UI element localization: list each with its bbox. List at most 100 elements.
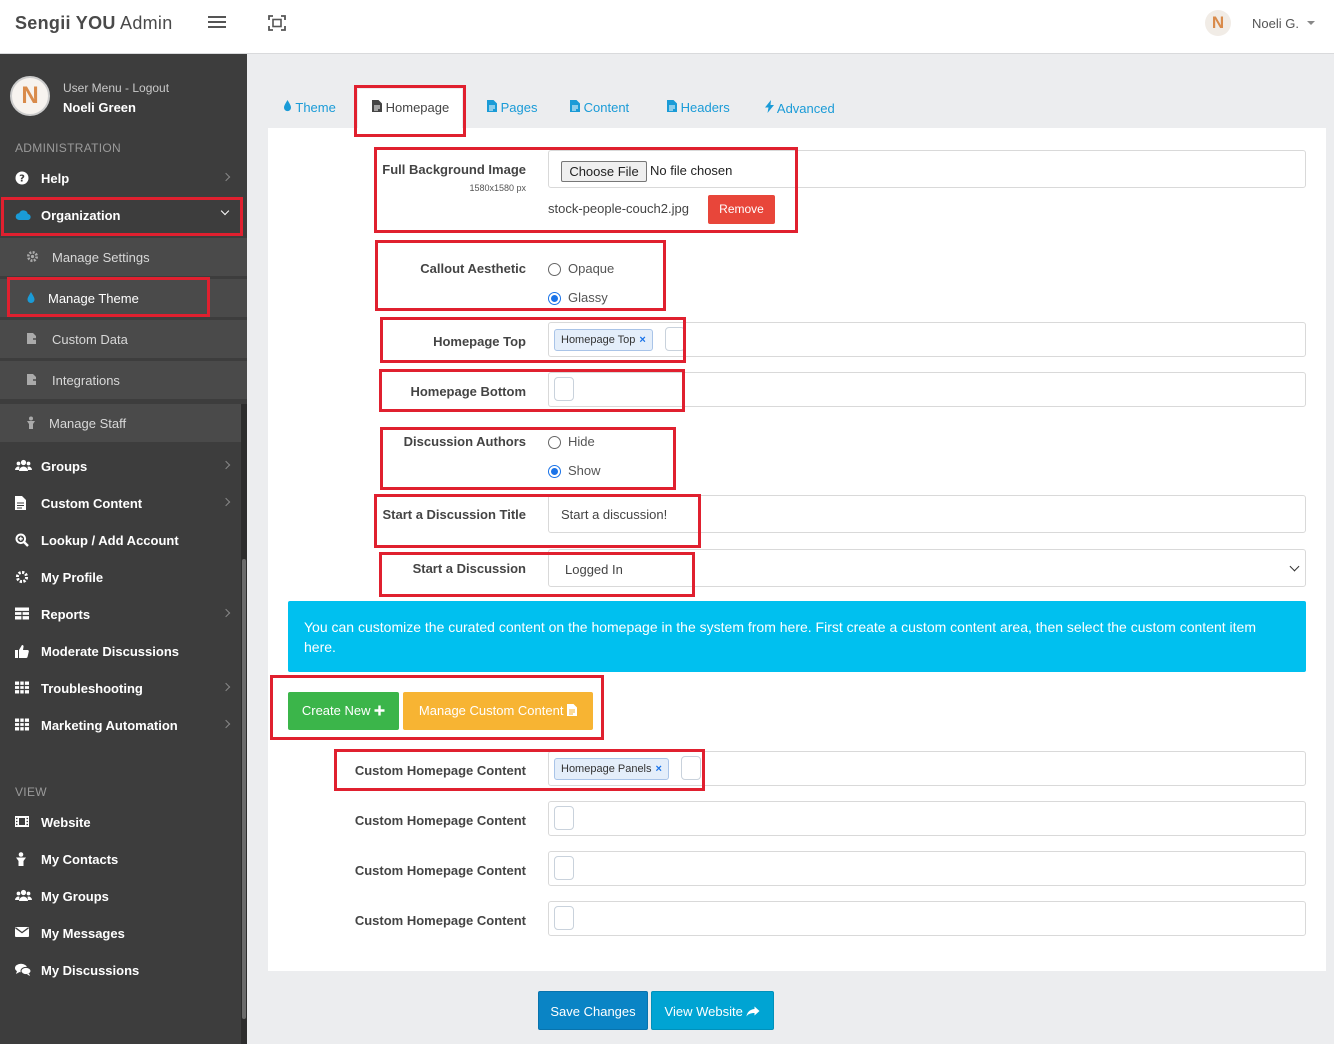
sidebar-item-integrations[interactable]: Integrations: [0, 361, 247, 399]
sidebar-avatar: N: [10, 76, 50, 116]
file-icon: [667, 100, 677, 112]
authors-show-label[interactable]: Show: [568, 463, 601, 478]
person-icon: [26, 416, 39, 429]
remove-tag-icon[interactable]: ×: [656, 763, 662, 775]
tab-homepage[interactable]: Homepage: [372, 100, 449, 115]
view-website-button[interactable]: View Website: [651, 991, 774, 1030]
callout-glassy-label[interactable]: Glassy: [568, 290, 608, 305]
start-title-label: Start a Discussion Title: [382, 507, 526, 522]
sidebar-scrollbar-thumb[interactable]: [242, 559, 246, 1019]
menu-toggle-icon[interactable]: [208, 16, 226, 30]
choose-file-button[interactable]: Choose File: [561, 161, 647, 182]
custom-content-tag-input-3[interactable]: [554, 856, 574, 880]
sidebar-item-my-profile[interactable]: My Profile: [0, 560, 241, 594]
sidebar-item-website[interactable]: Website: [0, 805, 241, 839]
sidebar-item-my-groups[interactable]: My Groups: [0, 879, 241, 913]
tab-advanced[interactable]: Advanced: [765, 100, 835, 116]
custom-content-tag-input-4[interactable]: [554, 906, 574, 930]
save-changes-button[interactable]: Save Changes: [538, 991, 648, 1030]
bg-image-size: 1580x1580 px: [469, 183, 526, 193]
custom-homepage-content-select-2[interactable]: [548, 801, 1306, 836]
sidebar-item-my-discussions[interactable]: My Discussions: [0, 953, 241, 987]
comments-icon: [15, 963, 32, 977]
remove-button[interactable]: Remove: [708, 195, 775, 224]
sidebar-item-manage-staff[interactable]: Manage Staff: [0, 404, 247, 442]
sidebar-item-groups[interactable]: Groups: [0, 449, 241, 483]
droplet-icon: [26, 291, 39, 304]
custom-homepage-content-label-3: Custom Homepage Content: [354, 863, 526, 878]
sidebar-item-marketing-automation[interactable]: Marketing Automation: [0, 708, 241, 742]
homepage-bottom-label: Homepage Bottom: [410, 384, 526, 399]
homepage-top-tag[interactable]: Homepage Top ×: [554, 329, 653, 351]
file-export-icon: [26, 373, 40, 386]
sidebar-item-lookup[interactable]: Lookup / Add Account: [0, 523, 241, 557]
table-icon: [15, 607, 29, 621]
sidebar-item-manage-theme[interactable]: Manage Theme: [0, 279, 247, 317]
custom-content-tag-input-2[interactable]: [554, 806, 574, 830]
sidebar-item-custom-data[interactable]: Custom Data: [0, 320, 247, 358]
envelope-icon: [15, 926, 29, 940]
file-icon: [15, 496, 29, 510]
user-avatar[interactable]: N: [1205, 10, 1231, 36]
create-new-button[interactable]: Create New: [288, 692, 399, 730]
view-heading: VIEW: [15, 785, 47, 799]
file-icon: [372, 100, 382, 112]
fullscreen-icon[interactable]: [268, 15, 286, 31]
chevron-right-icon: [221, 497, 231, 507]
plus-icon: [374, 705, 385, 716]
remove-tag-icon[interactable]: ×: [639, 334, 645, 346]
sidebar-item-my-messages[interactable]: My Messages: [0, 916, 241, 950]
sidebar-item-custom-content[interactable]: Custom Content: [0, 486, 241, 520]
sidebar-user-name: Noeli Green: [63, 100, 136, 115]
homepage-top-label: Homepage Top: [433, 334, 526, 349]
authors-show-radio[interactable]: [548, 465, 561, 478]
file-icon: [570, 100, 580, 112]
file-icon: [567, 704, 578, 716]
sidebar-item-reports[interactable]: Reports: [0, 597, 241, 631]
callout-opaque-label[interactable]: Opaque: [568, 261, 614, 276]
brand-logo[interactable]: Sengii YOU Admin: [15, 13, 173, 34]
homepage-bottom-select[interactable]: [548, 372, 1306, 407]
droplet-icon: [284, 100, 291, 112]
grid-icon: [15, 718, 29, 732]
start-discussion-select[interactable]: [548, 549, 1306, 587]
film-icon: [15, 815, 29, 829]
custom-content-tag-input-1[interactable]: [681, 756, 701, 780]
custom-homepage-content-select-3[interactable]: [548, 851, 1306, 886]
user-menu[interactable]: Noeli G.: [1252, 16, 1299, 31]
custom-homepage-content-label-4: Custom Homepage Content: [354, 913, 526, 928]
sidebar-user-panel: N User Menu - Logout Noeli Green: [0, 54, 247, 134]
callout-label: Callout Aesthetic: [420, 261, 526, 276]
sidebar-item-manage-settings[interactable]: Manage Settings: [0, 238, 247, 276]
tab-pages[interactable]: Pages: [487, 100, 538, 115]
homepage-bottom-tag-input[interactable]: [554, 377, 574, 401]
custom-homepage-content-label-1: Custom Homepage Content: [354, 763, 526, 778]
sidebar-item-organization[interactable]: Organization: [0, 198, 241, 232]
callout-opaque-radio[interactable]: [548, 263, 561, 276]
chevron-down-icon: [220, 206, 230, 216]
homepage-top-tag-input[interactable]: [665, 327, 685, 351]
tab-headers[interactable]: Headers: [667, 100, 730, 115]
caret-down-icon[interactable]: [1307, 21, 1315, 25]
homepage-top-select[interactable]: [548, 322, 1306, 357]
custom-homepage-content-select-4[interactable]: [548, 901, 1306, 936]
gear-icon: [26, 250, 39, 263]
sidebar-item-moderate-discussions[interactable]: Moderate Discussions: [0, 634, 241, 668]
discussion-authors-label: Discussion Authors: [403, 434, 526, 449]
tab-theme[interactable]: Theme: [283, 100, 336, 115]
top-bar: Sengii YOU Admin N Noeli G.: [0, 0, 1334, 54]
administration-heading: ADMINISTRATION: [15, 141, 121, 155]
sidebar-item-troubleshooting[interactable]: Troubleshooting: [0, 671, 241, 705]
authors-hide-label[interactable]: Hide: [568, 434, 595, 449]
sidebar-item-my-contacts[interactable]: My Contacts: [0, 842, 241, 876]
no-file-text: No file chosen: [650, 163, 733, 178]
chevron-right-icon: [221, 719, 231, 729]
manage-custom-content-button[interactable]: Manage Custom Content: [403, 692, 593, 730]
authors-hide-radio[interactable]: [548, 436, 561, 449]
homepage-panels-tag[interactable]: Homepage Panels ×: [554, 758, 669, 780]
tab-content[interactable]: Content: [570, 100, 629, 115]
sidebar-item-help[interactable]: ? Help: [0, 161, 241, 195]
callout-glassy-radio[interactable]: [548, 292, 561, 305]
user-menu-logout-link[interactable]: User Menu - Logout: [63, 81, 169, 95]
bolt-icon: [765, 100, 774, 113]
